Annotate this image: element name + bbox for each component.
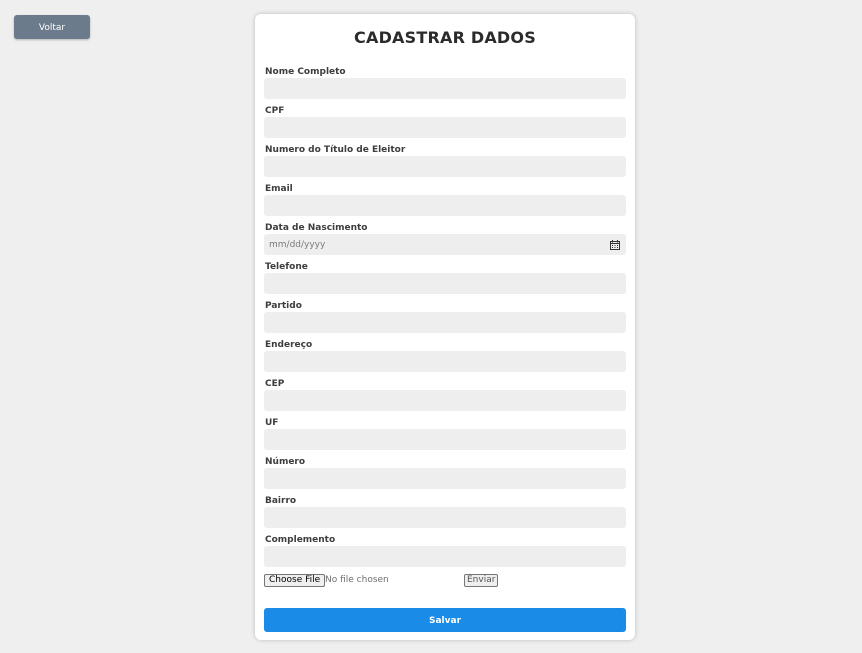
- field-email: Email: [264, 184, 626, 223]
- field-label-complement: Complemento: [265, 535, 336, 545]
- back-button[interactable]: Voltar: [14, 15, 90, 39]
- field-neighborhood: Bairro: [264, 496, 626, 535]
- party-input[interactable]: [264, 312, 626, 333]
- field-voter-id: Numero do Título de Eleitor: [264, 145, 626, 184]
- field-label-cpf: CPF: [265, 106, 285, 116]
- full-name-input[interactable]: [264, 78, 626, 99]
- email-input[interactable]: [264, 195, 626, 216]
- cep-input[interactable]: [264, 390, 626, 411]
- field-label-uf: UF: [265, 418, 279, 428]
- register-form-card: CADASTRAR DADOS Nome Completo CPF Numero…: [255, 14, 635, 640]
- field-label-full-name: Nome Completo: [265, 67, 346, 77]
- neighborhood-input[interactable]: [264, 507, 626, 528]
- field-label-address: Endereço: [265, 340, 313, 350]
- field-label-birth-date: Data de Nascimento: [265, 223, 368, 233]
- field-label-party: Partido: [265, 301, 302, 311]
- field-label-voter-id: Numero do Título de Eleitor: [265, 145, 406, 155]
- field-phone: Telefone: [264, 262, 626, 301]
- field-full-name: Nome Completo: [264, 67, 626, 106]
- birth-date-placeholder: mm/dd/yyyy: [269, 239, 326, 250]
- field-label-phone: Telefone: [265, 262, 308, 272]
- field-label-number: Número: [265, 457, 306, 467]
- file-upload-row: Choose File No file chosen Enviar: [264, 574, 626, 588]
- field-complement: Complemento: [264, 535, 626, 574]
- field-label-cep: CEP: [265, 379, 285, 389]
- field-birth-date: Data de Nascimento mm/dd/yyyy: [264, 223, 626, 262]
- file-status: No file chosen: [325, 575, 389, 585]
- calendar-icon[interactable]: [610, 239, 620, 250]
- field-party: Partido: [264, 301, 626, 340]
- field-cep: CEP: [264, 379, 626, 418]
- field-label-neighborhood: Bairro: [265, 496, 297, 506]
- field-number: Número: [264, 457, 626, 496]
- address-input[interactable]: [264, 351, 626, 372]
- field-cpf: CPF: [264, 106, 626, 145]
- voter-id-input[interactable]: [264, 156, 626, 177]
- cpf-input[interactable]: [264, 117, 626, 138]
- birth-date-input[interactable]: mm/dd/yyyy: [264, 234, 626, 255]
- uf-input[interactable]: [264, 429, 626, 450]
- choose-file-button[interactable]: Choose File: [264, 574, 326, 587]
- page-title: CADASTRAR DADOS: [354, 28, 536, 47]
- form-fields: Nome Completo CPF Numero do Título de El…: [264, 67, 626, 574]
- field-label-email: Email: [265, 184, 293, 194]
- send-file-button[interactable]: Enviar: [464, 574, 499, 587]
- number-input[interactable]: [264, 468, 626, 489]
- save-button[interactable]: Salvar: [264, 608, 626, 632]
- field-address: Endereço: [264, 340, 626, 379]
- phone-input[interactable]: [264, 273, 626, 294]
- complement-input[interactable]: [264, 546, 626, 567]
- field-uf: UF: [264, 418, 626, 457]
